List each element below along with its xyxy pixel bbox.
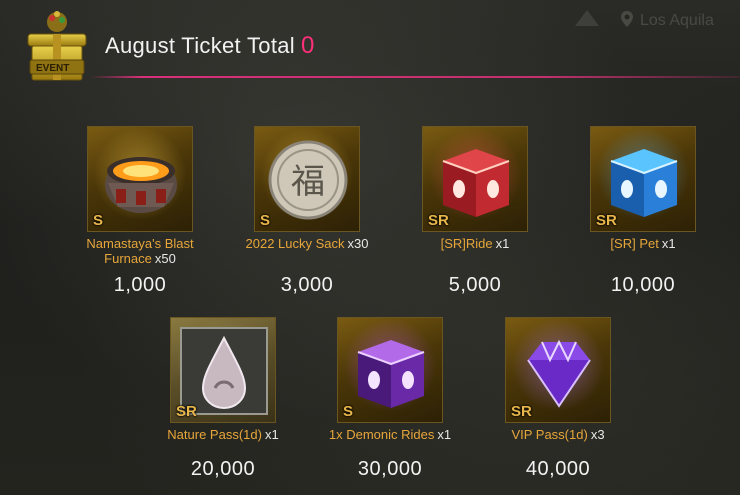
event-gift-box-icon: EVENT xyxy=(18,6,96,84)
item-name-text: [SR]Ride xyxy=(440,236,493,251)
rarity-badge: SR xyxy=(511,403,532,420)
item-name-text: Nature Pass(1d) xyxy=(167,427,262,442)
item-slot[interactable]: 福 S xyxy=(254,126,360,232)
reward-sr-pet[interactable]: SR [SR] Pet x1 10,000 xyxy=(568,126,718,297)
reward-sr-ride[interactable]: SR [SR]Ride x1 5,000 xyxy=(400,126,550,297)
item-name: [SR]Ride x1 xyxy=(400,236,550,251)
rarity-badge: S xyxy=(260,212,271,229)
ticket-price: 30,000 xyxy=(357,458,423,480)
item-quantity: x1 xyxy=(264,427,279,442)
item-slot[interactable]: SR xyxy=(422,126,528,232)
event-header: EVENT August Ticket Total 0 xyxy=(0,0,740,81)
item-name: [SR] Pet x1 xyxy=(568,236,718,251)
ticket-price: 5,000 xyxy=(448,274,502,296)
svg-text:福: 福 xyxy=(291,162,325,202)
item-name: 1x Demonic Rides x1 xyxy=(315,427,465,442)
item-quantity: x1 xyxy=(437,427,452,442)
reward-vip-pass[interactable]: SR VIP Pass(1d) x3 40,000 xyxy=(483,317,633,481)
rarity-badge: SR xyxy=(596,212,617,229)
ticket-price: 3,000 xyxy=(280,274,334,296)
rarity-badge: SR xyxy=(176,403,197,420)
item-name-text: VIP Pass(1d) xyxy=(511,427,588,442)
event-icon-label: EVENT xyxy=(36,63,70,74)
item-name-text: 2022 Lucky Sack xyxy=(245,236,345,251)
reward-blast-furnace[interactable]: S Namastaya's Blast Furnace x50 1,000 xyxy=(65,126,215,297)
item-name: Namastaya's Blast Furnace x50 xyxy=(65,236,215,266)
rarity-badge: S xyxy=(93,212,104,229)
rarity-badge: SR xyxy=(428,212,449,229)
ticket-count: 0 xyxy=(300,32,315,59)
lucky-coin-icon: 福 xyxy=(268,140,348,220)
page-title: August Ticket Total 0 xyxy=(105,32,315,60)
item-name-text: Namastaya's Blast Furnace xyxy=(86,236,194,266)
reward-lucky-sack[interactable]: 福 S 2022 Lucky Sack x30 3,000 xyxy=(232,126,382,297)
item-slot[interactable]: SR xyxy=(170,317,276,423)
item-name-text: [SR] Pet xyxy=(610,236,659,251)
item-slot[interactable]: S xyxy=(337,317,443,423)
reward-demonic-rides[interactable]: S 1x Demonic Rides x1 30,000 xyxy=(315,317,465,481)
purple-chest-icon xyxy=(357,340,425,408)
item-name: VIP Pass(1d) x3 xyxy=(483,427,633,442)
item-name: Nature Pass(1d) x1 xyxy=(148,427,298,442)
item-slot[interactable]: SR xyxy=(505,317,611,423)
ticket-price: 40,000 xyxy=(525,458,591,480)
ticket-price: 1,000 xyxy=(113,274,167,296)
item-quantity: x50 xyxy=(154,251,176,266)
rarity-badge: S xyxy=(343,403,354,420)
ticket-price: 20,000 xyxy=(190,458,256,480)
item-slot[interactable]: S xyxy=(87,126,193,232)
item-quantity: x30 xyxy=(347,236,369,251)
title-text: August Ticket Total xyxy=(105,33,295,58)
blast-furnace-icon xyxy=(105,157,177,213)
item-name: 2022 Lucky Sack x30 xyxy=(232,236,382,251)
header-divider xyxy=(90,76,740,78)
item-quantity: x1 xyxy=(661,236,676,251)
item-quantity: x1 xyxy=(495,236,510,251)
item-quantity: x3 xyxy=(590,427,605,442)
item-name-text: 1x Demonic Rides xyxy=(328,427,435,442)
item-slot[interactable]: SR xyxy=(590,126,696,232)
ticket-price: 10,000 xyxy=(610,274,676,296)
reward-nature-pass[interactable]: SR Nature Pass(1d) x1 20,000 xyxy=(148,317,298,481)
